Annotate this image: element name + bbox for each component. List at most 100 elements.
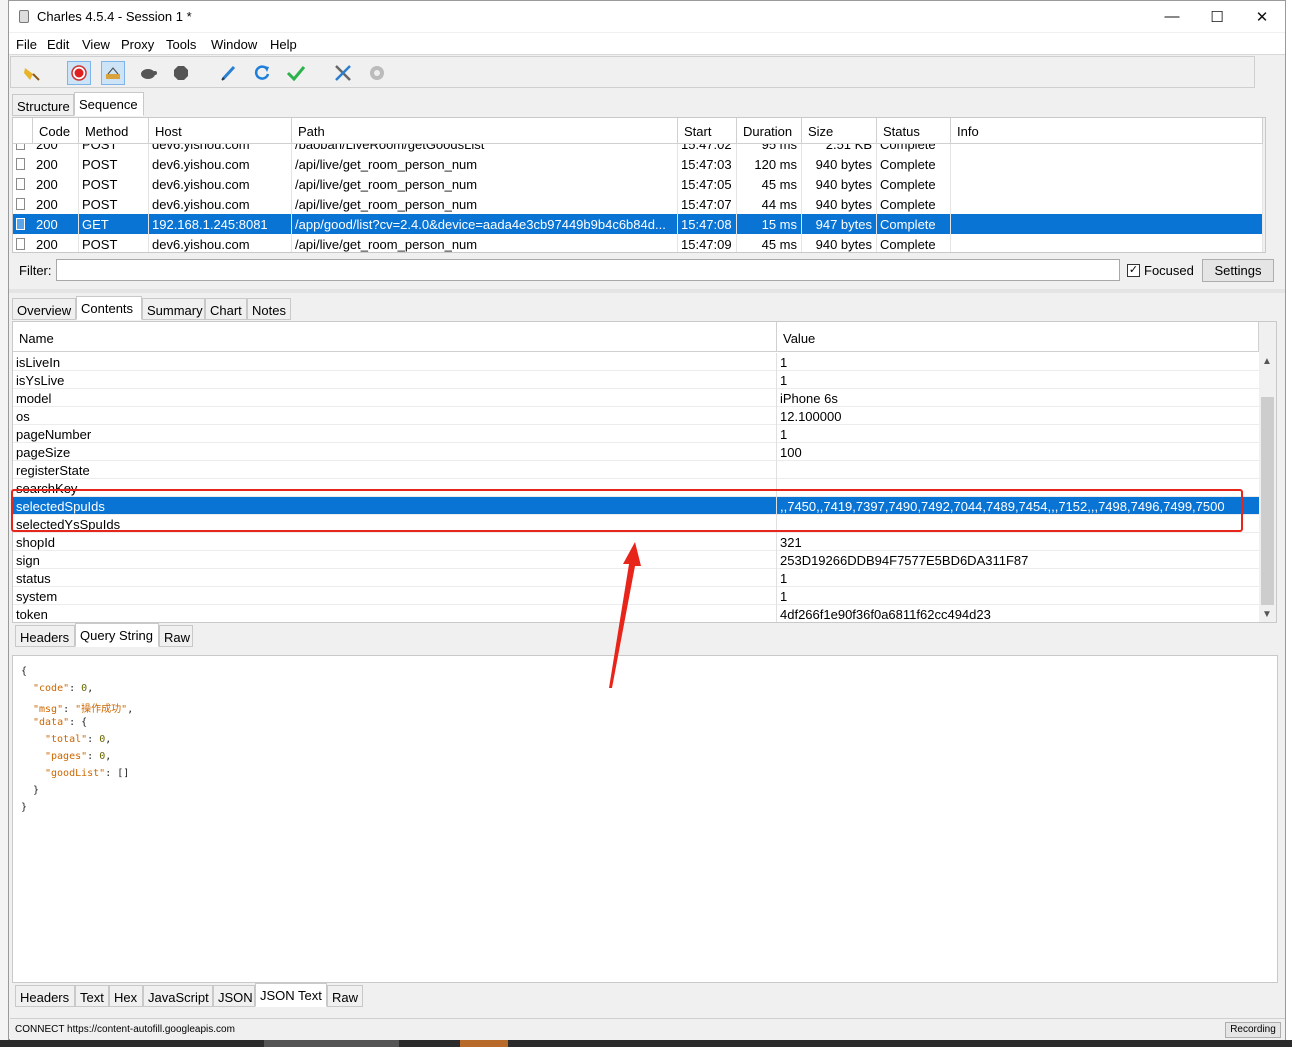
param-value: 321 [780,535,802,550]
broom-icon[interactable] [20,61,44,85]
column-header-status[interactable]: Status [877,118,951,144]
record-icon[interactable] [67,61,91,85]
param-name: model [16,391,52,406]
column-header-start[interactable]: Start [678,118,737,144]
sequence-row[interactable]: 200 POST dev6.yishou.com/api/live/get_room… [13,194,1263,214]
menu-file[interactable]: File [16,37,37,52]
param-row[interactable]: isYsLive 1 [13,371,1259,389]
param-name: shopId [16,535,56,550]
param-row[interactable]: os 12.100000 [13,407,1259,425]
maximize-button[interactable]: ☐ [1194,1,1240,32]
scroll-up-icon[interactable]: ▲ [1263,144,1265,160]
cell-code: 200 [33,194,79,214]
response-body[interactable]: { "code": 0, "msg": "操作成功", "data": { "t… [12,655,1278,983]
throttle-icon[interactable] [101,61,125,85]
cell-path: /api/live/get_room_person_num [292,234,678,252]
cell-start: 15:47:05 [678,174,737,194]
param-row[interactable]: registerState [13,461,1259,479]
charles-app-icon [19,10,29,23]
column-divider [776,587,777,605]
detail-tabs: Overview Contents Summary Chart Notes [12,296,412,320]
cell-method: POST [79,194,149,214]
sequence-row[interactable]: 200 POST dev6.yishou.com/api/live/get_room… [13,234,1263,252]
json-line-code: "code": 0, [33,683,94,694]
cell-info [951,174,1263,194]
turtle-icon[interactable] [136,61,160,85]
params-scrollbar[interactable]: ▲ ▼ [1259,322,1276,622]
menu-window[interactable]: Window [211,37,257,52]
scroll-thumb[interactable] [1265,164,1266,176]
request-icon [16,178,25,190]
cell-duration: 45 ms [737,174,802,194]
column-header-path[interactable]: Path [292,118,678,144]
tab-request-raw[interactable]: Raw [159,625,193,647]
stop-icon[interactable] [169,61,193,85]
param-name: isYsLive [16,373,65,388]
panel-splitter[interactable] [9,289,1285,293]
param-row[interactable]: isLiveIn 1 [13,353,1259,371]
settings-button[interactable]: Settings [1202,259,1274,282]
column-header-code[interactable]: Code [33,118,79,144]
refresh-icon[interactable] [250,61,274,85]
menu-edit[interactable]: Edit [47,37,69,52]
filter-input[interactable] [56,259,1120,281]
tab-response-json[interactable]: JSON [213,985,255,1007]
cell-start: 15:47:03 [678,154,737,174]
column-header-info[interactable]: Info [951,118,1263,144]
menu-tools[interactable]: Tools [166,37,196,52]
column-divider [776,443,777,461]
gear-icon[interactable] [365,61,389,85]
tab-structure[interactable]: Structure [12,94,74,116]
tools-icon[interactable] [331,61,355,85]
tab-query-string[interactable]: Query String [75,623,159,647]
json-inner-close: } [33,785,40,796]
minimize-button[interactable]: — [1149,1,1195,32]
menu-view[interactable]: View [82,37,110,52]
close-button[interactable]: ✕ [1239,1,1285,32]
tab-response-hex[interactable]: Hex [109,985,143,1007]
column-header-size[interactable]: Size [802,118,877,144]
sequence-row[interactable]: 200 POST dev6.yishou.com/api/live/get_room… [13,154,1263,174]
scroll-up-icon[interactable]: ▲ [1259,353,1275,369]
menu-proxy[interactable]: Proxy [121,37,154,52]
cell-path: /api/live/get_room_person_num [292,154,678,174]
sequence-row[interactable]: 200 GET 192.168.1.245:8081/app/good/list?c… [13,214,1263,234]
sequence-table: Code Method Host Path Start Duration Siz… [12,117,1266,253]
column-header-method[interactable]: Method [79,118,149,144]
tab-chart[interactable]: Chart [205,298,247,320]
pen-icon[interactable] [216,61,240,85]
param-row[interactable]: model iPhone 6s [13,389,1259,407]
scroll-down-icon[interactable]: ▼ [1259,606,1275,622]
json-open-brace: { [21,666,28,677]
cell-duration: 44 ms [737,194,802,214]
param-row[interactable]: pageNumber 1 [13,425,1259,443]
column-header-duration[interactable]: Duration [737,118,802,144]
focused-checkbox[interactable]: ✓ [1127,264,1140,277]
column-header-host[interactable]: Host [149,118,292,144]
recording-button[interactable]: Recording [1225,1022,1281,1038]
tab-response-javascript[interactable]: JavaScript [143,985,213,1007]
status-text: CONNECT https://content-autofill.googlea… [15,1024,235,1035]
tab-response-raw[interactable]: Raw [327,985,363,1007]
column-divider [776,407,777,425]
scroll-down-icon[interactable]: ▼ [1263,236,1265,252]
menu-help[interactable]: Help [270,37,297,52]
check-icon[interactable] [284,61,308,85]
tab-request-headers[interactable]: Headers [15,625,75,647]
tab-notes[interactable]: Notes [247,298,291,320]
cell-code: 200 [33,234,79,252]
tab-sequence[interactable]: Sequence [74,92,144,116]
param-value: 253D19266DDB94F7577E5BD6DA311F87 [780,553,1029,568]
sequence-scrollbar[interactable]: ▲ ▼ [1263,118,1266,252]
tab-summary[interactable]: Summary [142,298,205,320]
sequence-row[interactable]: 200 POST dev6.yishou.com/api/live/get_room… [13,174,1263,194]
scroll-thumb[interactable] [1261,397,1274,605]
tab-overview[interactable]: Overview [12,298,76,320]
tab-response-headers[interactable]: Headers [15,985,75,1007]
cell-info [951,194,1263,214]
tab-response-text[interactable]: Text [75,985,109,1007]
tab-contents[interactable]: Contents [76,296,142,320]
tab-response-json-text[interactable]: JSON Text [255,983,327,1007]
param-row[interactable]: pageSize 100 [13,443,1259,461]
taskbar-item [264,1040,399,1047]
